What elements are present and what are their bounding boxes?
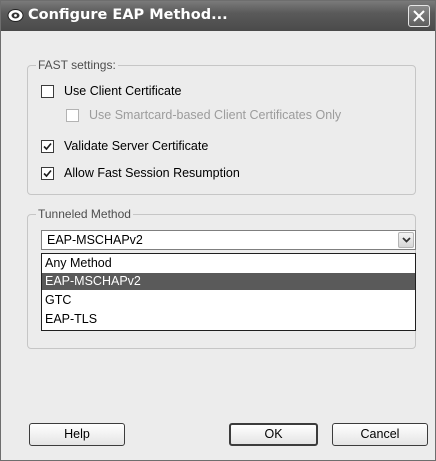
close-icon (413, 10, 425, 22)
checkmark-icon (43, 169, 52, 178)
dropdown-arrow-button[interactable] (398, 232, 414, 248)
window-title: Configure EAP Method... (28, 7, 228, 23)
tunneled-method-legend: Tunneled Method (36, 207, 133, 221)
tunneled-method-dropdown-list: Any Method EAP-MSCHAPv2 GTC EAP-TLS (41, 253, 416, 331)
use-client-certificate-checkbox[interactable] (41, 85, 54, 98)
chevron-down-icon (402, 237, 411, 243)
fast-settings-legend: FAST settings: (36, 58, 118, 72)
help-button[interactable]: Help (29, 423, 125, 446)
configure-eap-dialog: Configure EAP Method... FAST settings: U… (0, 0, 436, 461)
eap-app-icon (7, 7, 24, 24)
cancel-button[interactable]: Cancel (332, 423, 428, 446)
validate-server-certificate-label[interactable]: Validate Server Certificate (64, 139, 208, 153)
dropdown-option-eap-tls[interactable]: EAP-TLS (42, 311, 415, 328)
allow-fast-session-resumption-label[interactable]: Allow Fast Session Resumption (64, 166, 240, 180)
ok-button[interactable]: OK (229, 423, 318, 446)
tunneled-method-selected-value: EAP-MSCHAPv2 (47, 233, 143, 247)
dropdown-option-eap-mschapv2[interactable]: EAP-MSCHAPv2 (42, 273, 415, 290)
validate-server-certificate-checkbox[interactable] (41, 140, 54, 153)
dropdown-option-gtc[interactable]: GTC (42, 292, 415, 309)
dropdown-option-any-method[interactable]: Any Method (42, 255, 415, 272)
tunneled-method-select[interactable]: EAP-MSCHAPv2 (41, 230, 416, 250)
allow-fast-session-resumption-checkbox[interactable] (41, 167, 54, 180)
smartcard-only-label: Use Smartcard-based Client Certificates … (89, 108, 342, 122)
checkmark-icon (43, 142, 52, 151)
close-button[interactable] (408, 5, 430, 27)
smartcard-only-checkbox[interactable] (66, 109, 79, 122)
use-client-certificate-label[interactable]: Use Client Certificate (64, 84, 181, 98)
title-bar[interactable]: Configure EAP Method... (1, 1, 435, 31)
